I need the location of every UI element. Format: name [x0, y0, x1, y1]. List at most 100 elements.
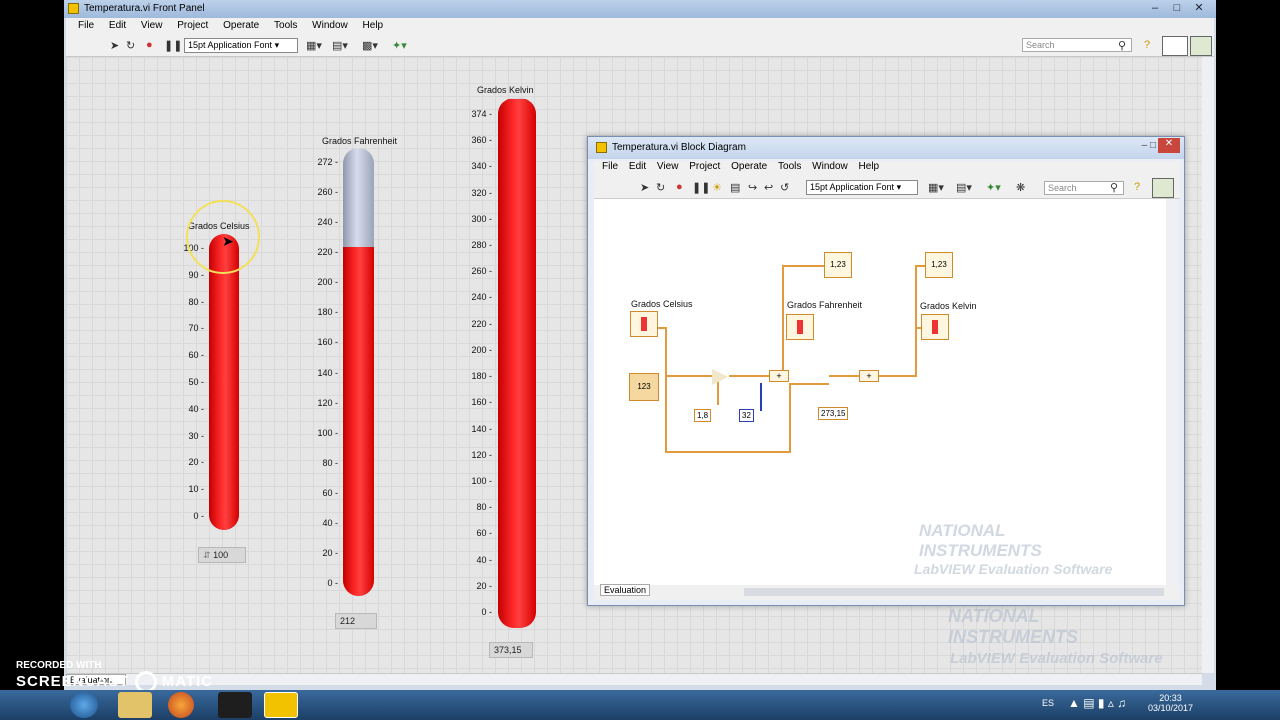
- bd-menu-tools[interactable]: Tools: [778, 161, 801, 172]
- retain-wire-icon[interactable]: ▤: [730, 181, 740, 194]
- menu-help[interactable]: Help: [363, 20, 384, 31]
- fahrenheit-terminal[interactable]: [786, 314, 814, 340]
- const-32[interactable]: 32: [739, 409, 754, 422]
- bd-font-selector[interactable]: 15pt Application Font ▾: [806, 180, 918, 195]
- language-indicator[interactable]: ES: [1042, 698, 1054, 708]
- menu-file[interactable]: File: [78, 20, 94, 31]
- kelvin-tick: 260 -: [471, 266, 492, 277]
- kelvin-terminal[interactable]: [921, 314, 949, 340]
- bd-abort-icon[interactable]: ●: [676, 181, 683, 193]
- close-icon[interactable]: ✕: [1188, 1, 1210, 14]
- bd-distribute-icon[interactable]: ▤▾: [956, 181, 972, 194]
- highlight-execution-icon[interactable]: ☀: [712, 181, 722, 194]
- step-out-icon[interactable]: ↺: [780, 181, 789, 194]
- horizontal-scrollbar[interactable]: [66, 673, 1202, 685]
- font-selector[interactable]: 15pt Application Font ▾: [184, 38, 298, 53]
- kelvin-tick: 300 -: [471, 213, 492, 224]
- celsius-tick: 80 -: [188, 296, 204, 307]
- pause-icon[interactable]: ❚❚: [164, 39, 182, 52]
- bd-pause-icon[interactable]: ❚❚: [692, 181, 710, 194]
- bd-menu-window[interactable]: Window: [812, 161, 848, 172]
- menu-operate[interactable]: Operate: [223, 20, 259, 31]
- align-icon[interactable]: ▦▾: [306, 39, 322, 52]
- kelvin-tick: 360 -: [471, 135, 492, 146]
- bd-help-icon[interactable]: ?: [1134, 181, 1140, 193]
- help-icon[interactable]: ?: [1144, 39, 1150, 51]
- step-over-icon[interactable]: ↩: [764, 181, 773, 194]
- celsius-tick: 70 -: [188, 323, 204, 334]
- step-into-icon[interactable]: ↪: [748, 181, 757, 194]
- bd-vi-icon[interactable]: [1152, 178, 1174, 198]
- bd-menu-edit[interactable]: Edit: [629, 161, 646, 172]
- add-node-fahrenheit[interactable]: +: [769, 370, 789, 382]
- block-diagram-window[interactable]: Temperatura.vi Block Diagram – □ ✕ File …: [587, 136, 1185, 606]
- bd-search-icon[interactable]: ⚲: [1110, 181, 1118, 194]
- bd-minmax-icon[interactable]: – □: [1142, 140, 1156, 151]
- kelvin-tick: 200 -: [471, 344, 492, 355]
- const-1-8[interactable]: 1,8: [694, 409, 712, 422]
- bd-horizontal-scrollbar[interactable]: [744, 588, 1164, 596]
- connector-pane-icon[interactable]: [1162, 36, 1188, 56]
- reorder-icon[interactable]: ✦▾: [392, 39, 407, 52]
- kelvin-numeric-terminal[interactable]: 1,23: [925, 252, 953, 278]
- kelvin-thermometer: [498, 98, 536, 628]
- resize-icon[interactable]: ▩▾: [362, 39, 378, 52]
- bd-run-continuous-icon[interactable]: ↻: [656, 181, 665, 194]
- fahrenheit-label: Grados Fahrenheit: [322, 136, 398, 146]
- celsius-tick: 50 -: [188, 377, 204, 387]
- fahrenheit-numeric-terminal[interactable]: 1,23: [824, 252, 852, 278]
- increment-icon[interactable]: ⇵: [203, 550, 211, 560]
- menu-project[interactable]: Project: [177, 20, 208, 31]
- vi-icon[interactable]: [1190, 36, 1212, 56]
- vertical-scrollbar[interactable]: [1202, 57, 1214, 673]
- clock[interactable]: 20:33 03/10/2017: [1148, 693, 1193, 713]
- fahrenheit-thermometer: [343, 148, 374, 596]
- add-node-kelvin[interactable]: +: [859, 370, 879, 382]
- bd-close-icon[interactable]: ✕: [1158, 138, 1180, 153]
- bd-menu-help[interactable]: Help: [859, 161, 880, 172]
- labview-taskbar-icon[interactable]: [264, 692, 298, 718]
- bd-reorder-icon[interactable]: ✦▾: [986, 181, 1001, 194]
- bd-title: Temperatura.vi Block Diagram: [612, 142, 746, 153]
- bd-menu-view[interactable]: View: [657, 161, 679, 172]
- maximize-icon[interactable]: □: [1166, 2, 1188, 14]
- run-arrow-icon[interactable]: ➤: [110, 39, 119, 52]
- search-icon[interactable]: ⚲: [1118, 39, 1126, 52]
- kelvin-tick: 160 -: [471, 397, 492, 408]
- clean-up-icon[interactable]: ❋: [1016, 181, 1025, 194]
- menu-edit[interactable]: Edit: [109, 20, 126, 31]
- kelvin-tick: 20 -: [476, 580, 492, 591]
- screencast-watermark: RECORDED WITH SCREENCAST MATIC: [16, 660, 213, 693]
- bd-vertical-scrollbar[interactable]: [1166, 199, 1178, 585]
- window-title: Temperatura.vi Front Panel: [84, 3, 205, 14]
- search-input[interactable]: Search: [1022, 38, 1132, 52]
- celsius-thermometer[interactable]: [209, 234, 239, 530]
- menu-view[interactable]: View: [141, 20, 163, 31]
- celsius-numeric-control[interactable]: ⇵ 100: [198, 547, 246, 563]
- start-button-icon[interactable]: [70, 692, 98, 718]
- bd-canvas[interactable]: Grados Celsius Grados Fahrenheit Grados …: [594, 199, 1166, 585]
- minimize-icon[interactable]: –: [1144, 2, 1166, 14]
- bd-celsius-label: Grados Celsius: [631, 299, 693, 309]
- tray-icons[interactable]: ▲ ▤ ▮ ▵ ♫: [1068, 696, 1126, 710]
- kelvin-tick: 220 -: [471, 318, 492, 329]
- const-273-15[interactable]: 273,15: [818, 407, 849, 420]
- celsius-mercury: [209, 234, 239, 530]
- menu-window[interactable]: Window: [312, 20, 348, 31]
- celsius-terminal[interactable]: [630, 311, 658, 337]
- bd-align-icon[interactable]: ▦▾: [928, 181, 944, 194]
- bd-menu-operate[interactable]: Operate: [731, 161, 767, 172]
- abort-icon[interactable]: ●: [146, 39, 153, 51]
- bd-menu-file[interactable]: File: [602, 161, 618, 172]
- firefox-taskbar-icon[interactable]: [168, 692, 194, 718]
- run-continuous-icon[interactable]: ↻: [126, 39, 135, 52]
- multiply-node-icon[interactable]: [712, 369, 728, 385]
- celsius-numeric-terminal[interactable]: 123: [629, 373, 659, 401]
- bd-menu-project[interactable]: Project: [689, 161, 720, 172]
- distribute-icon[interactable]: ▤▾: [332, 39, 348, 52]
- kelvin-tick: 0 -: [481, 607, 492, 617]
- explorer-taskbar-icon[interactable]: [118, 692, 152, 718]
- app-taskbar-icon[interactable]: [218, 692, 252, 718]
- menu-tools[interactable]: Tools: [274, 20, 297, 31]
- bd-run-icon[interactable]: ➤: [640, 181, 649, 194]
